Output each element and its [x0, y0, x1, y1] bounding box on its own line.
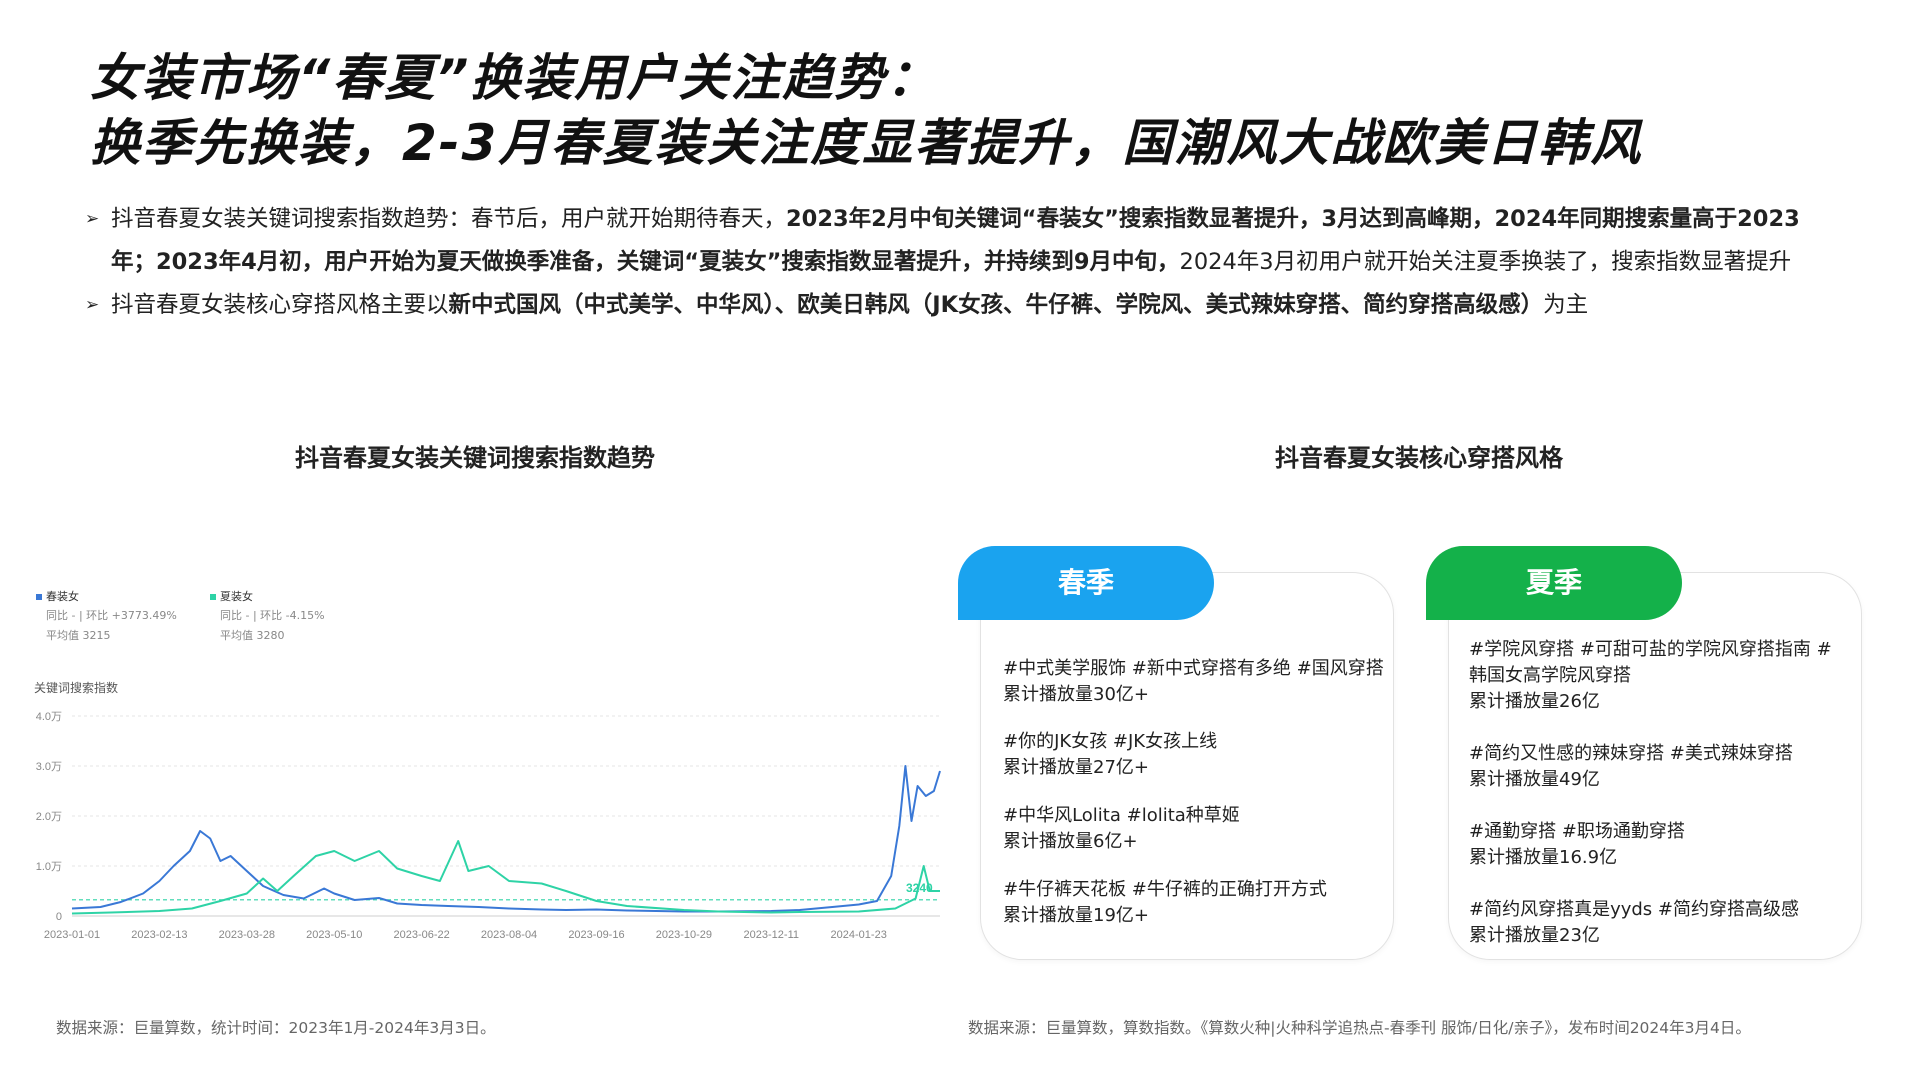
spring-entry-3-count: 累计播放量6亿+: [1003, 831, 1138, 852]
summer-entry-1-tags: #学院风穿搭 #可甜可盐的学院风穿搭指南 #韩国女高学院风穿搭: [1469, 639, 1832, 686]
x-tick-label: 2023-09-16: [568, 929, 624, 941]
series-line-summer: [71, 840, 940, 915]
x-tick-label: 2023-02-13: [131, 929, 187, 941]
legend-summer-name: 夏装女: [220, 590, 253, 603]
page-title-line1: 女装市场“春夏”换装用户关注趋势：: [90, 49, 939, 107]
summer-entry-3-tags: #通勤穿搭 #职场通勤穿搭: [1469, 821, 1685, 842]
right-section-title: 抖音春夏女装核心穿搭风格: [1275, 444, 1563, 472]
page-title-line2: 换季先换装，2-3月春夏装关注度显著提升，国潮风大战欧美日韩风: [90, 114, 1643, 172]
legend-summer: 夏装女 同比 - | 环比 -4.15% 平均值 3280: [210, 588, 325, 646]
legend-summer-avg: 平均值 3280: [220, 629, 285, 642]
x-tick-label: 2023-01-01: [44, 929, 100, 941]
summer-entry-3: #通勤穿搭 #职场通勤穿搭 累计播放量16.9亿: [1469, 819, 1839, 871]
summer-entry-1-count: 累计播放量26亿: [1469, 691, 1600, 712]
legend-spring-change: 同比 - | 环比 +3773.49%: [46, 609, 177, 622]
bullet-2-bold: 新中式国风（中式美学、中华风）、欧美日韩风（JK女孩、牛仔裤、学院风、美式辣妹穿…: [448, 292, 1544, 318]
spring-entry-2-tags: #你的JK女孩 #JK女孩上线: [1003, 731, 1218, 752]
x-tick-label: 2023-06-22: [393, 929, 449, 941]
summer-entry-4-count: 累计播放量23亿: [1469, 925, 1600, 946]
summer-tab: 夏季: [1426, 546, 1682, 620]
legend-swatch-summer: [210, 594, 216, 600]
spring-entry-2-count: 累计播放量27亿+: [1003, 757, 1149, 778]
x-tick-label: 2023-12-11: [744, 929, 799, 941]
spring-entry-1: #中式美学服饰 #新中式穿搭有多绝 #国风穿搭 累计播放量30亿+: [1003, 656, 1388, 708]
summer-entry-4: #简约风穿搭真是yyds #简约穿搭高级感 累计播放量23亿: [1469, 897, 1839, 949]
spring-entry-3-tags: #中华风Lolita #lolita种草姬: [1003, 805, 1240, 826]
y-tick-label: 0: [56, 911, 62, 923]
source-note-left: 数据来源：巨量算数，统计时间：2023年1月-2024年3月3日。: [56, 1019, 496, 1037]
legend-swatch-spring: [36, 594, 42, 600]
bullet-item-1: ➢ 抖音春夏女装关键词搜索指数趋势：春节后，用户就开始期待春天，2023年2月中…: [85, 198, 1825, 284]
search-index-line-chart: 关键词搜索指数 4.0万 3.0万 2.0万 1.0万 0 2023-01-01 2023-0…: [34, 680, 941, 941]
x-tick-label: 2023-10-29: [656, 929, 712, 941]
spring-entry-1-tags: #中式美学服饰 #新中式穿搭有多绝 #国风穿搭: [1003, 658, 1384, 679]
bullet-list: ➢ 抖音春夏女装关键词搜索指数趋势：春节后，用户就开始期待春天，2023年2月中…: [85, 198, 1825, 327]
arrow-bullet-icon: ➢: [85, 209, 100, 229]
x-tick-label: 2023-08-04: [481, 929, 537, 941]
source-note-right: 数据来源：巨量算数，算数指数。《算数火种|火种科学追热点-春季刊 服饰/日化/亲…: [968, 1019, 1751, 1037]
spring-tab: 春季: [958, 546, 1214, 620]
y-tick-label: 3.0万: [36, 761, 62, 773]
x-tick-label: 2023-05-10: [306, 929, 362, 941]
y-tick-label: 4.0万: [36, 711, 62, 723]
summer-entry-2-count: 累计播放量49亿: [1469, 769, 1600, 790]
end-value-label: 3240: [906, 881, 933, 895]
spring-entry-2: #你的JK女孩 #JK女孩上线 累计播放量27亿+: [1003, 729, 1388, 781]
series-line-spring: [71, 765, 941, 913]
summer-entry-2: #简约又性感的辣妹穿搭 #美式辣妹穿搭 累计播放量49亿: [1469, 741, 1839, 793]
bullet-1-text-2: 2024年3月初用户就开始关注夏季换装了，搜索指数显著提升: [1179, 249, 1792, 275]
legend-spring-avg: 平均值 3215: [46, 629, 111, 642]
spring-entry-4-tags: #牛仔裤天花板 #牛仔裤的正确打开方式: [1003, 879, 1327, 900]
summer-entry-2-tags: #简约又性感的辣妹穿搭 #美式辣妹穿搭: [1469, 743, 1793, 764]
spring-entry-3: #中华风Lolita #lolita种草姬 累计播放量6亿+: [1003, 803, 1388, 855]
spring-entry-4: #牛仔裤天花板 #牛仔裤的正确打开方式 累计播放量19亿+: [1003, 877, 1388, 929]
spring-entry-4-count: 累计播放量19亿+: [1003, 905, 1149, 926]
spring-entry-1-count: 累计播放量30亿+: [1003, 684, 1149, 705]
bullet-2-text-2: 为主: [1543, 292, 1589, 318]
summer-entry-3-count: 累计播放量16.9亿: [1469, 847, 1618, 868]
legend-spring: 春装女 同比 - | 环比 +3773.49% 平均值 3215: [36, 588, 177, 646]
left-chart-title: 抖音春夏女装关键词搜索指数趋势: [295, 444, 655, 472]
summer-entry-1: #学院风穿搭 #可甜可盐的学院风穿搭指南 #韩国女高学院风穿搭 累计播放量26亿: [1469, 637, 1839, 715]
y-tick-label: 2.0万: [36, 811, 62, 823]
summer-entry-4-tags: #简约风穿搭真是yyds #简约穿搭高级感: [1469, 899, 1799, 920]
y-tick-label: 1.0万: [36, 861, 62, 873]
bullet-2-text: 抖音春夏女装核心穿搭风格主要以: [111, 292, 449, 318]
arrow-bullet-icon: ➢: [85, 295, 100, 315]
bullet-item-2: ➢ 抖音春夏女装核心穿搭风格主要以新中式国风（中式美学、中华风）、欧美日韩风（J…: [85, 284, 1825, 327]
y-axis-label: 关键词搜索指数: [34, 680, 118, 695]
legend-spring-name: 春装女: [46, 590, 79, 603]
x-tick-label: 2024-01-23: [831, 929, 887, 941]
bullet-1-text: 抖音春夏女装关键词搜索指数趋势：春节后，用户就开始期待春天，: [111, 206, 787, 232]
x-tick-label: 2023-03-28: [219, 929, 275, 941]
legend-summer-change: 同比 - | 环比 -4.15%: [220, 609, 325, 622]
